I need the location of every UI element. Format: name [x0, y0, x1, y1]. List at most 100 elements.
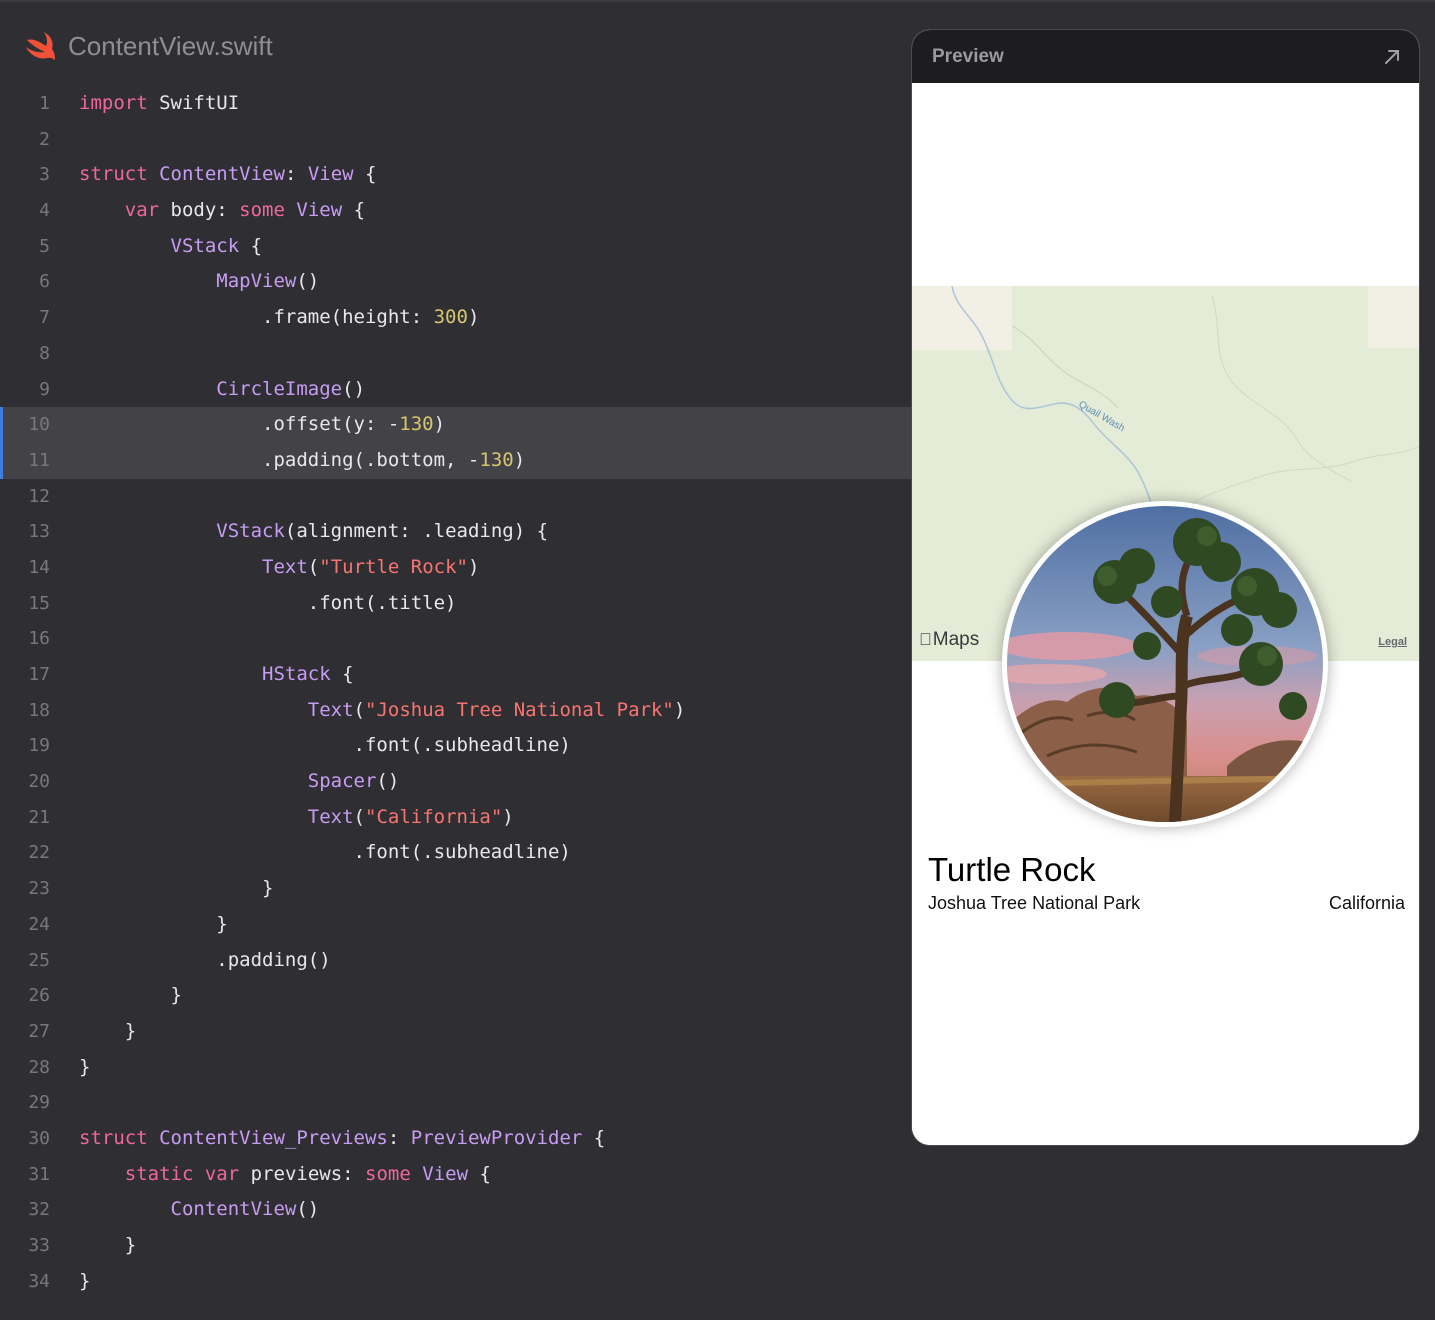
code-text: .font(.subheadline) [79, 835, 571, 871]
code-token: ( [307, 555, 320, 578]
code-line[interactable]: 21 Text("California") [0, 800, 911, 836]
code-text: .font(.subheadline) [79, 728, 571, 764]
code-line[interactable]: 34} [0, 1264, 911, 1300]
code-token: PreviewProvider [410, 1126, 583, 1149]
code-line[interactable]: 5 VStack { [0, 229, 911, 265]
code-line[interactable]: 9 CircleImage() [0, 372, 911, 408]
code-line[interactable]: 29 [0, 1085, 911, 1121]
code-token: Text [262, 555, 308, 578]
code-text: Text("Joshua Tree National Park") [79, 693, 686, 729]
code-line[interactable]: 8 [0, 336, 911, 372]
code-text: } [79, 1050, 90, 1086]
code-token: var [204, 1162, 240, 1185]
code-token: { [468, 1162, 491, 1185]
code-text: .font(.title) [79, 586, 457, 622]
preview-pane: Preview Quail Wash  Maps Legal [912, 30, 1419, 1145]
code-line[interactable]: 4 var body: some View { [0, 193, 911, 229]
file-header: ContentView.swift [24, 28, 273, 64]
line-number: 25 [28, 949, 50, 971]
line-number: 4 [39, 200, 50, 222]
code-line[interactable]: 22 .font(.subheadline) [0, 835, 911, 871]
swift-icon [26, 32, 55, 60]
code-token: .offset(y: - [79, 413, 400, 436]
code-text: MapView() [79, 264, 319, 300]
line-number: 27 [28, 1020, 50, 1042]
code-line[interactable]: 30 struct ContentView_Previews: PreviewPr… [0, 1121, 911, 1157]
code-line[interactable]: 32 ContentView() [0, 1192, 911, 1228]
line-number: 15 [28, 592, 50, 614]
code-token: SwiftUI [147, 92, 240, 114]
code-editor[interactable]: 1 import SwiftUI 2 3 struct ContentView: Vie… [0, 86, 911, 1299]
code-text: VStack { [79, 229, 263, 265]
code-line[interactable]: 23 } [0, 871, 911, 907]
code-line[interactable]: 10 .offset(y: -130) [0, 407, 911, 443]
code-token: var [124, 199, 160, 222]
code-line[interactable]: 27 } [0, 1014, 911, 1050]
code-line[interactable]: 19 .font(.subheadline) [0, 728, 911, 764]
code-token: } [79, 912, 228, 935]
code-line[interactable]: 20 Spacer() [0, 764, 911, 800]
code-token: ) [502, 805, 514, 828]
code-token: .padding(.bottom, - [79, 448, 480, 471]
line-number: 13 [28, 521, 50, 543]
code-line[interactable]: 1 import SwiftUI [0, 86, 911, 122]
code-line[interactable]: 17 HStack { [0, 657, 911, 693]
line-number: 30 [28, 1127, 50, 1149]
joshua-tree-photo [1007, 506, 1323, 822]
code-token: { [239, 234, 263, 257]
code-line[interactable]: 31 static var previews: some View { [0, 1157, 911, 1193]
code-line[interactable]: 28} [0, 1050, 911, 1086]
legal-link[interactable]: Legal [1378, 636, 1407, 648]
file-name[interactable]: ContentView.swift [68, 31, 273, 62]
code-token: { [353, 163, 377, 186]
line-number: 19 [28, 735, 50, 757]
apple-logo-icon:  [919, 630, 932, 650]
code-line[interactable]: 15 .font(.title) [0, 586, 911, 622]
code-line[interactable]: 24 } [0, 907, 911, 943]
code-line[interactable]: 11 .padding(.bottom, -130) [0, 442, 911, 479]
code-line[interactable]: 33 } [0, 1228, 911, 1264]
code-token: .font(.subheadline) [79, 841, 571, 864]
line-number: 1 [39, 93, 50, 114]
code-line[interactable]: 26 } [0, 978, 911, 1014]
code-line[interactable]: 14 Text("Turtle Rock") [0, 550, 911, 586]
code-text: Spacer() [79, 764, 400, 800]
code-token: } [79, 984, 182, 1007]
code-token: import [79, 92, 148, 114]
line-number: 28 [28, 1056, 50, 1078]
arrow-up-right-icon[interactable] [1383, 48, 1401, 66]
code-text: } [79, 1264, 90, 1300]
line-number: 23 [28, 878, 50, 900]
code-token: Spacer [307, 770, 377, 793]
code-token: { [582, 1126, 606, 1149]
code-line[interactable]: 18 Text("Joshua Tree National Park") [0, 693, 911, 729]
line-number: 10 [28, 414, 50, 436]
line-number: 31 [28, 1163, 50, 1185]
code-line[interactable]: 12 [0, 479, 911, 515]
code-token: () [296, 1198, 320, 1221]
code-text: Text("California") [79, 800, 514, 836]
preview-canvas: Quail Wash  Maps Legal [912, 83, 1419, 1145]
code-line[interactable]: 13 VStack(alignment: .leading) { [0, 514, 911, 550]
code-line[interactable]: 7 .frame(height: 300) [0, 300, 911, 336]
code-line[interactable]: 16 [0, 621, 911, 657]
code-line[interactable]: 2 [0, 122, 911, 158]
code-token: .font(.title) [79, 591, 457, 614]
code-token: .frame(height: [79, 306, 434, 329]
code-line[interactable]: 3 struct ContentView: View { [0, 157, 911, 193]
code-token: } [79, 877, 274, 900]
maps-brand:  Maps [919, 629, 979, 651]
code-line[interactable]: 6 MapView() [0, 264, 911, 300]
code-line[interactable]: 25 .padding() [0, 943, 911, 979]
code-token: "Joshua Tree National Park" [365, 698, 674, 721]
code-token: ContentView_Previews [159, 1126, 388, 1149]
code-text: .padding() [79, 943, 330, 979]
code-text: VStack(alignment: .leading) { [79, 514, 548, 550]
